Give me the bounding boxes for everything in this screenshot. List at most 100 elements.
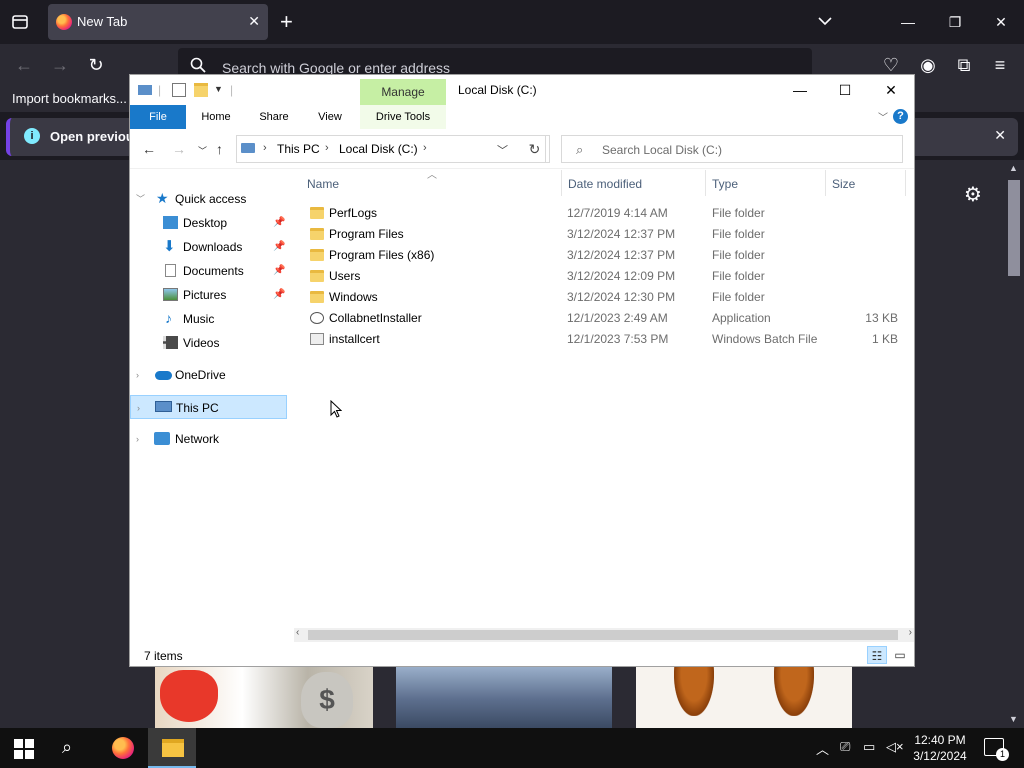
file-row[interactable]: Users 3/12/2024 12:09 PM File folder [304,266,909,287]
back-icon[interactable]: ← [13,54,35,76]
scroll-left-icon[interactable]: ‹ [296,627,299,638]
search-box[interactable]: ⌕ Search Local Disk (C:) [561,135,903,163]
tab-view[interactable]: View [306,105,354,129]
manage-contextual-tab[interactable]: Manage [360,79,446,105]
scroll-up-icon[interactable]: ▲ [1009,163,1018,173]
story-thumbnail[interactable] [396,664,612,728]
pin-icon[interactable]: 📌 [273,283,285,307]
nav-item-music[interactable]: ♪ Music [130,307,287,331]
show-hidden-icons-icon[interactable]: ︿ [816,739,829,758]
story-thumbnail[interactable]: $ [155,664,373,728]
pin-icon[interactable]: 📌 [273,259,285,283]
large-icons-view-icon[interactable]: ▭ [890,646,910,664]
nav-network[interactable]: › Network [130,427,287,451]
system-clock[interactable]: 12:40 PM 3/12/2024 [908,732,972,764]
nav-item-videos[interactable]: Videos [130,331,287,355]
scrollbar-thumb[interactable] [308,630,898,640]
nav-item-desktop[interactable]: Desktop 📌 [130,211,287,235]
close-window-icon[interactable]: ✕ [868,75,914,105]
restore-icon[interactable]: ❐ [943,10,967,34]
menu-icon[interactable]: ≡ [989,54,1011,76]
file-size: 13 KB [865,311,898,325]
file-row[interactable]: Program Files 3/12/2024 12:37 PM File fo… [304,224,909,245]
help-icon[interactable]: ? [893,109,908,124]
story-thumbnail[interactable] [636,664,852,728]
file-row[interactable]: CollabnetInstaller 12/1/2023 2:49 AM App… [304,308,909,329]
breadcrumb-local-disk[interactable]: Local Disk (C:) [339,142,418,156]
explorer-navigation-bar: ← → ﹀ ↑ › This PC › Local Disk (C:) › ﹀ … [130,129,914,169]
settings-gear-icon[interactable]: ⚙ [964,182,982,207]
search-icon[interactable]: ⌕ [62,737,72,758]
computer-icon [241,143,255,153]
up-icon[interactable]: ↑ [216,141,223,157]
explorer-title-bar: | ▼ | Manage Local Disk (C:) — ☐ ✕ [130,75,914,105]
windows-start-icon[interactable] [14,739,34,759]
notifications-icon[interactable]: 1 [984,738,1009,761]
details-view-icon[interactable]: ☷ [867,646,887,664]
minimize-icon[interactable]: — [777,75,823,105]
expand-icon[interactable]: › [136,363,139,387]
nav-onedrive[interactable]: › OneDrive [130,363,287,387]
nav-this-pc[interactable]: › This PC [130,395,287,419]
file-row[interactable]: PerfLogs 12/7/2019 4:14 AM File folder [304,203,909,224]
firefox-icon[interactable] [112,737,134,759]
volume-muted-icon[interactable]: ◁× [886,739,904,755]
list-all-tabs-icon[interactable] [817,13,833,29]
maximize-icon[interactable]: ☐ [822,75,868,105]
nav-item-pictures[interactable]: Pictures 📌 [130,283,287,307]
file-type: Application [712,311,771,325]
file-type: File folder [712,269,765,283]
pin-icon[interactable]: 📌 [273,235,285,259]
refresh-icon[interactable]: ↻ [520,135,550,163]
collapse-icon[interactable]: ﹀ [136,187,145,211]
forward-icon[interactable]: → [172,141,186,157]
expand-ribbon-icon[interactable]: ﹀ [878,109,888,124]
extensions-icon[interactable]: ⧉ [953,54,975,76]
pin-icon[interactable]: 📌 [273,211,285,235]
scroll-down-icon[interactable]: ▼ [1009,714,1018,724]
nav-item-documents[interactable]: Documents 📌 [130,259,287,283]
scroll-right-icon[interactable]: › [909,627,912,638]
pocket-icon[interactable]: ♡ [880,54,902,76]
file-explorer-taskbar-button[interactable] [148,728,196,768]
new-folder-icon[interactable] [194,83,208,97]
nav-quick-access[interactable]: ﹀ ★ Quick access [130,187,287,211]
meet-now-icon[interactable]: ⎚ [840,739,850,755]
close-tab-icon[interactable]: ✕ [248,13,260,29]
file-row[interactable]: installcert 12/1/2023 7:53 PM Windows Ba… [304,329,909,350]
file-row[interactable]: Windows 3/12/2024 12:30 PM File folder [304,287,909,308]
close-notice-icon[interactable]: ✕ [994,127,1006,144]
tab-home[interactable]: Home [192,105,240,129]
tab-drive-tools[interactable]: Drive Tools [360,105,446,129]
address-dropdown-icon[interactable]: ﹀ [497,142,508,158]
tab-share[interactable]: Share [250,105,298,129]
expand-icon[interactable]: › [137,396,140,420]
nav-item-downloads[interactable]: ⬇ Downloads 📌 [130,235,287,259]
browser-tab[interactable]: New Tab ✕ [48,4,268,40]
new-tab-button[interactable]: + [280,10,293,34]
page-scrollbar[interactable]: ▲ ▼ [1006,160,1022,728]
customize-qat-icon[interactable]: ▼ [214,84,223,94]
horizontal-scrollbar[interactable]: ‹ › [294,627,914,642]
address-breadcrumb[interactable]: › This PC › Local Disk (C:) › ﹀ [236,135,546,163]
expand-icon[interactable]: › [136,427,139,451]
reload-icon[interactable]: ↻ [85,54,107,76]
scrollbar-thumb[interactable] [1008,180,1020,276]
file-row[interactable]: Program Files (x86) 3/12/2024 12:37 PM F… [304,245,909,266]
column-header-size[interactable]: Size [826,170,906,196]
import-bookmarks-link[interactable]: Import bookmarks... [12,91,127,106]
network-icon[interactable]: ▭ [863,739,875,755]
column-header-type[interactable]: Type [706,170,826,196]
breadcrumb-this-pc[interactable]: This PC [277,142,320,156]
recent-locations-icon[interactable]: ﹀ [198,143,207,159]
properties-icon[interactable] [172,83,186,97]
column-header-name[interactable]: Name [294,170,562,196]
account-icon[interactable]: ◉ [917,54,939,76]
firefox-view-icon[interactable] [10,12,30,32]
minimize-icon[interactable]: — [896,10,920,34]
close-window-icon[interactable]: ✕ [989,10,1013,34]
column-header-date-modified[interactable]: Date modified [562,170,706,196]
back-icon[interactable]: ← [142,141,156,157]
forward-icon[interactable]: → [49,54,71,76]
tab-file[interactable]: File [130,105,186,129]
